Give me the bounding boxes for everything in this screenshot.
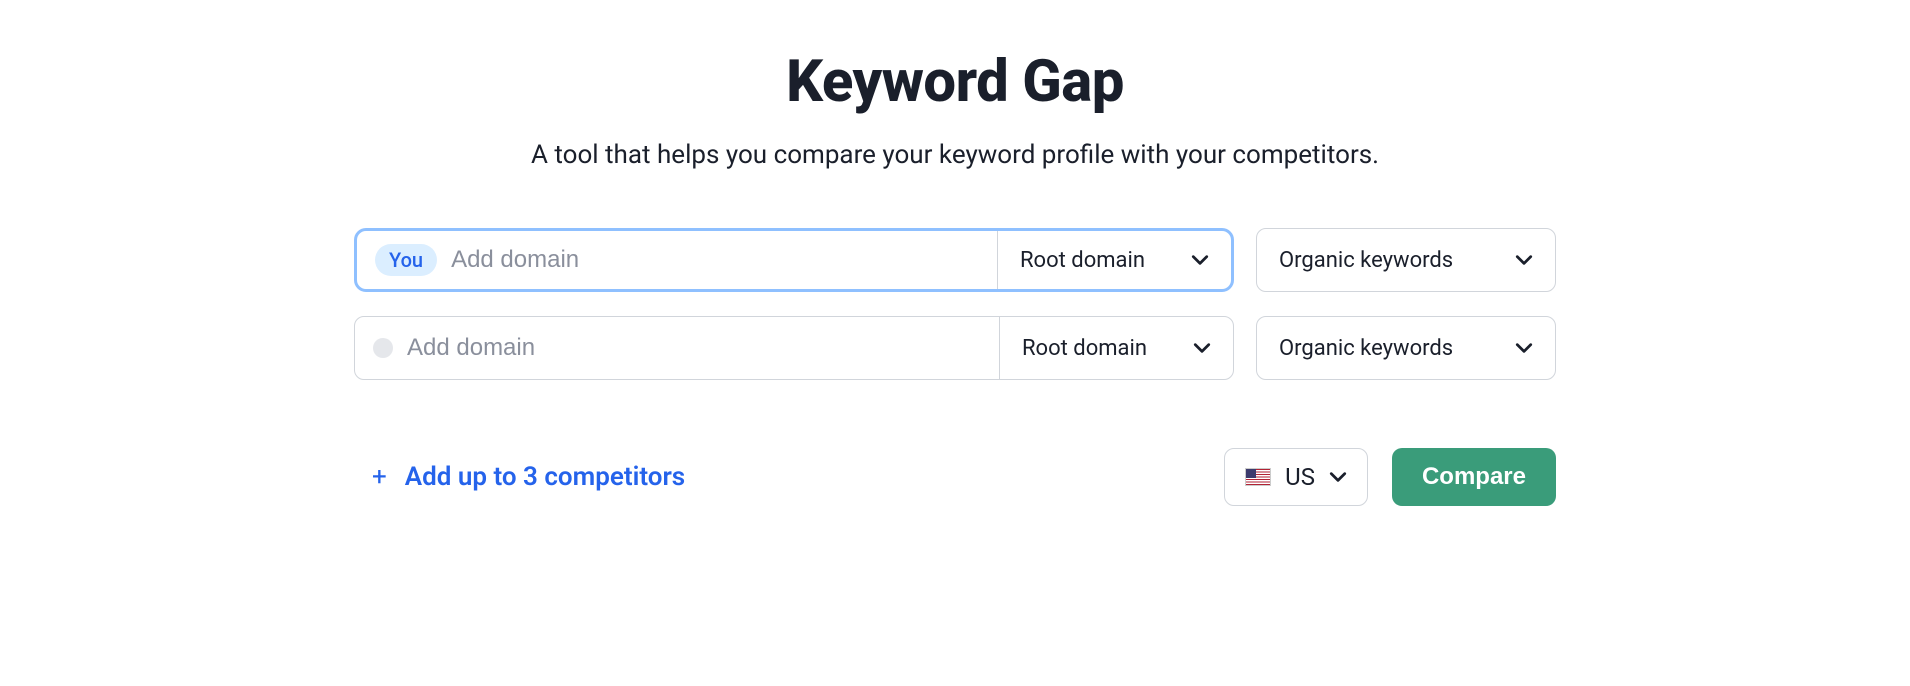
chevron-down-icon [1193, 339, 1211, 357]
domain-input-wrap: You [357, 231, 997, 289]
keyword-type-label: Organic keywords [1279, 336, 1453, 361]
us-flag-icon [1245, 468, 1271, 486]
keyword-type-select[interactable]: Organic keywords [1256, 316, 1556, 380]
domain-row: You Root domain Organic keywords [354, 228, 1556, 292]
chevron-down-icon [1191, 251, 1209, 269]
domain-row: Root domain Organic keywords [354, 316, 1556, 380]
compare-button[interactable]: Compare [1392, 448, 1556, 506]
your-domain-input[interactable] [451, 246, 979, 274]
chevron-down-icon [1515, 339, 1533, 357]
country-select[interactable]: US [1224, 448, 1368, 506]
domain-input-group: You Root domain [354, 228, 1234, 292]
right-controls: US Compare [1224, 448, 1556, 506]
competitor-domain-input[interactable] [407, 334, 981, 362]
you-badge: You [375, 244, 437, 276]
add-competitors-link[interactable]: + Add up to 3 competitors [354, 462, 685, 492]
page-title: Keyword Gap [786, 48, 1124, 116]
plus-icon: + [372, 464, 387, 490]
domain-scope-label: Root domain [1022, 336, 1147, 361]
keyword-type-select[interactable]: Organic keywords [1256, 228, 1556, 292]
domain-scope-select[interactable]: Root domain [999, 317, 1233, 379]
page-subtitle: A tool that helps you compare your keywo… [531, 140, 1379, 170]
domain-input-group: Root domain [354, 316, 1234, 380]
bottom-controls: + Add up to 3 competitors US Compare [354, 448, 1556, 506]
country-code-label: US [1285, 463, 1315, 491]
chevron-down-icon [1515, 251, 1533, 269]
domain-scope-label: Root domain [1020, 248, 1145, 273]
keyword-type-label: Organic keywords [1279, 248, 1453, 273]
add-competitors-label: Add up to 3 competitors [405, 462, 685, 492]
keyword-gap-form: You Root domain Organic keywords [354, 228, 1556, 506]
competitor-dot-icon [373, 338, 393, 358]
chevron-down-icon [1329, 468, 1347, 486]
domain-input-wrap [355, 317, 999, 379]
domain-scope-select[interactable]: Root domain [997, 231, 1231, 289]
